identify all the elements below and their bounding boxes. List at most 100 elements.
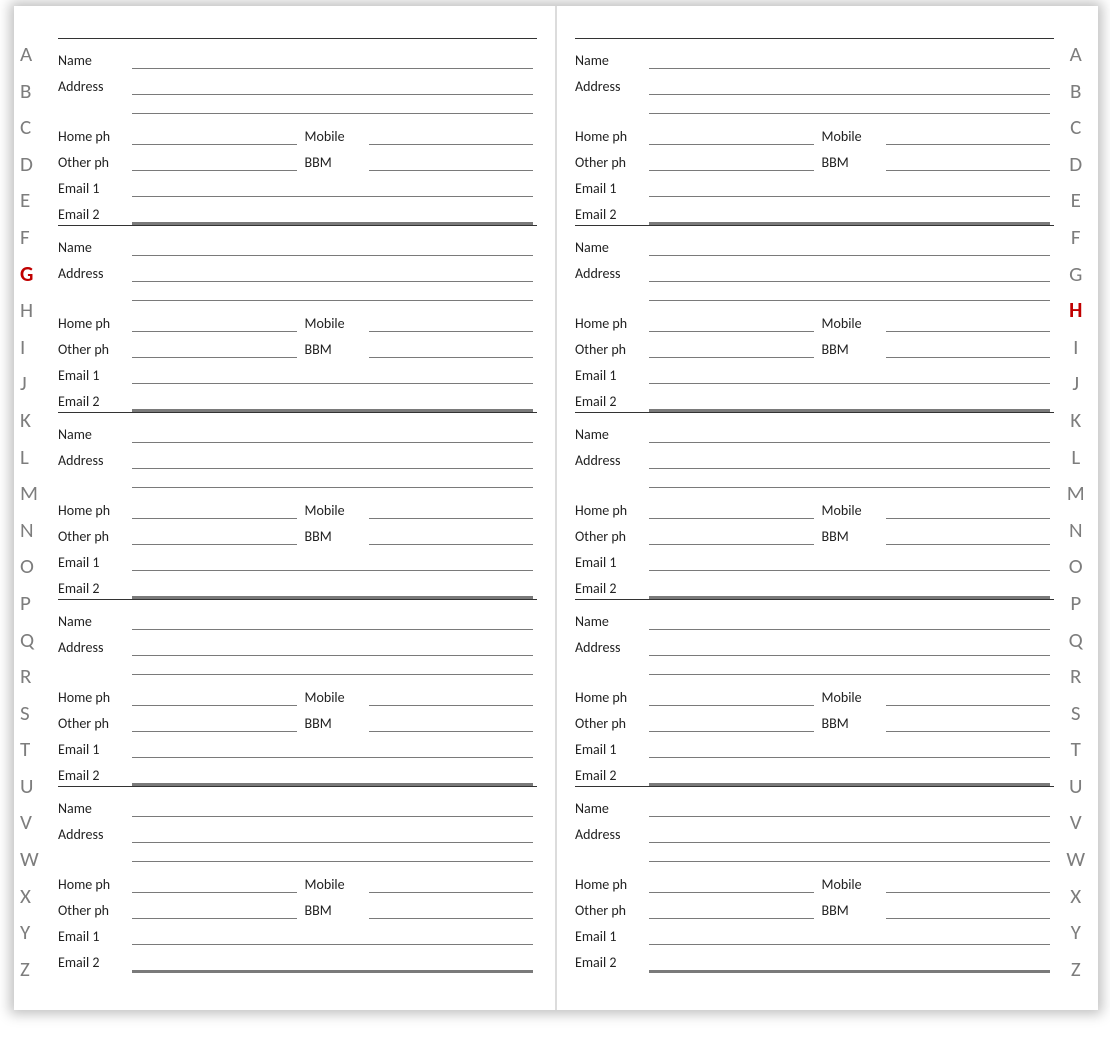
field-email1[interactable] (132, 178, 533, 197)
field-email2[interactable] (132, 578, 533, 597)
field-mobile[interactable] (369, 500, 534, 519)
field-bbm[interactable] (886, 713, 1051, 732)
field-home-ph[interactable] (132, 874, 297, 893)
field-address-1[interactable] (132, 263, 533, 282)
index-letter-k[interactable]: K (20, 410, 52, 431)
field-name[interactable] (649, 424, 1050, 443)
field-email1[interactable] (649, 552, 1050, 571)
field-address-1[interactable] (649, 450, 1050, 469)
field-other-ph[interactable] (132, 526, 297, 545)
field-email1[interactable] (649, 178, 1050, 197)
index-letter-p[interactable]: P (1060, 593, 1092, 614)
index-letter-x[interactable]: X (1060, 886, 1092, 907)
field-other-ph[interactable] (132, 339, 297, 358)
field-bbm[interactable] (886, 339, 1051, 358)
field-name[interactable] (649, 237, 1050, 256)
index-letter-h[interactable]: H (1060, 300, 1092, 321)
index-letter-v[interactable]: V (1060, 812, 1092, 833)
field-name[interactable] (132, 611, 533, 630)
index-letter-l[interactable]: L (20, 447, 52, 468)
field-address-2[interactable] (132, 843, 533, 862)
index-letter-u[interactable]: U (20, 776, 52, 797)
index-letter-j[interactable]: J (20, 373, 52, 394)
field-bbm[interactable] (369, 339, 534, 358)
index-letter-e[interactable]: E (1060, 190, 1092, 211)
field-other-ph[interactable] (132, 152, 297, 171)
field-bbm[interactable] (886, 900, 1051, 919)
index-letter-l[interactable]: L (1060, 447, 1092, 468)
field-bbm[interactable] (369, 526, 534, 545)
index-letter-f[interactable]: F (1060, 227, 1092, 248)
field-mobile[interactable] (886, 126, 1051, 145)
field-email1[interactable] (132, 739, 533, 758)
index-letter-n[interactable]: N (1060, 520, 1092, 541)
field-address-1[interactable] (649, 824, 1050, 843)
index-letter-r[interactable]: R (20, 666, 52, 687)
index-letter-m[interactable]: M (1060, 483, 1092, 504)
field-email1[interactable] (132, 926, 533, 945)
field-address-1[interactable] (649, 76, 1050, 95)
field-home-ph[interactable] (649, 126, 814, 145)
field-email1[interactable] (649, 365, 1050, 384)
index-letter-j[interactable]: J (1060, 373, 1092, 394)
field-address-2[interactable] (649, 469, 1050, 488)
index-letter-w[interactable]: W (20, 849, 52, 870)
field-name[interactable] (132, 798, 533, 817)
field-home-ph[interactable] (132, 313, 297, 332)
field-address-1[interactable] (132, 450, 533, 469)
field-mobile[interactable] (886, 500, 1051, 519)
field-email2[interactable] (649, 204, 1050, 223)
index-letter-w[interactable]: W (1060, 849, 1092, 870)
field-other-ph[interactable] (132, 713, 297, 732)
index-letter-k[interactable]: K (1060, 410, 1092, 431)
field-bbm[interactable] (886, 152, 1051, 171)
field-name[interactable] (649, 798, 1050, 817)
field-address-2[interactable] (649, 656, 1050, 675)
field-address-1[interactable] (649, 263, 1050, 282)
field-mobile[interactable] (886, 874, 1051, 893)
field-address-2[interactable] (649, 843, 1050, 862)
field-address-1[interactable] (132, 637, 533, 656)
field-home-ph[interactable] (132, 126, 297, 145)
field-name[interactable] (132, 424, 533, 443)
field-mobile[interactable] (369, 313, 534, 332)
field-bbm[interactable] (369, 900, 534, 919)
field-other-ph[interactable] (649, 339, 814, 358)
field-address-2[interactable] (132, 656, 533, 675)
field-address-1[interactable] (132, 824, 533, 843)
field-other-ph[interactable] (132, 900, 297, 919)
field-other-ph[interactable] (649, 900, 814, 919)
field-email2[interactable] (649, 578, 1050, 597)
field-mobile[interactable] (369, 687, 534, 706)
index-letter-m[interactable]: M (20, 483, 52, 504)
field-email2[interactable] (132, 204, 533, 223)
index-letter-q[interactable]: Q (20, 630, 52, 651)
index-letter-a[interactable]: A (1060, 44, 1092, 65)
field-bbm[interactable] (369, 713, 534, 732)
field-email1[interactable] (132, 552, 533, 571)
index-letter-s[interactable]: S (20, 703, 52, 724)
index-letter-q[interactable]: Q (1060, 630, 1092, 651)
index-letter-g[interactable]: G (20, 264, 52, 285)
field-home-ph[interactable] (649, 687, 814, 706)
field-email2[interactable] (649, 765, 1050, 784)
index-letter-c[interactable]: C (1060, 117, 1092, 138)
field-address-2[interactable] (649, 282, 1050, 301)
index-letter-a[interactable]: A (20, 44, 52, 65)
field-email2[interactable] (132, 952, 533, 971)
field-bbm[interactable] (369, 152, 534, 171)
field-email1[interactable] (649, 739, 1050, 758)
index-letter-p[interactable]: P (20, 593, 52, 614)
field-email2[interactable] (132, 765, 533, 784)
index-letter-d[interactable]: D (20, 154, 52, 175)
field-email1[interactable] (132, 365, 533, 384)
index-letter-y[interactable]: Y (1060, 922, 1092, 943)
index-letter-y[interactable]: Y (20, 922, 52, 943)
field-home-ph[interactable] (649, 874, 814, 893)
field-home-ph[interactable] (649, 500, 814, 519)
field-name[interactable] (649, 611, 1050, 630)
field-address-2[interactable] (132, 95, 533, 114)
field-email2[interactable] (649, 952, 1050, 971)
index-letter-n[interactable]: N (20, 520, 52, 541)
index-letter-z[interactable]: Z (20, 959, 52, 980)
